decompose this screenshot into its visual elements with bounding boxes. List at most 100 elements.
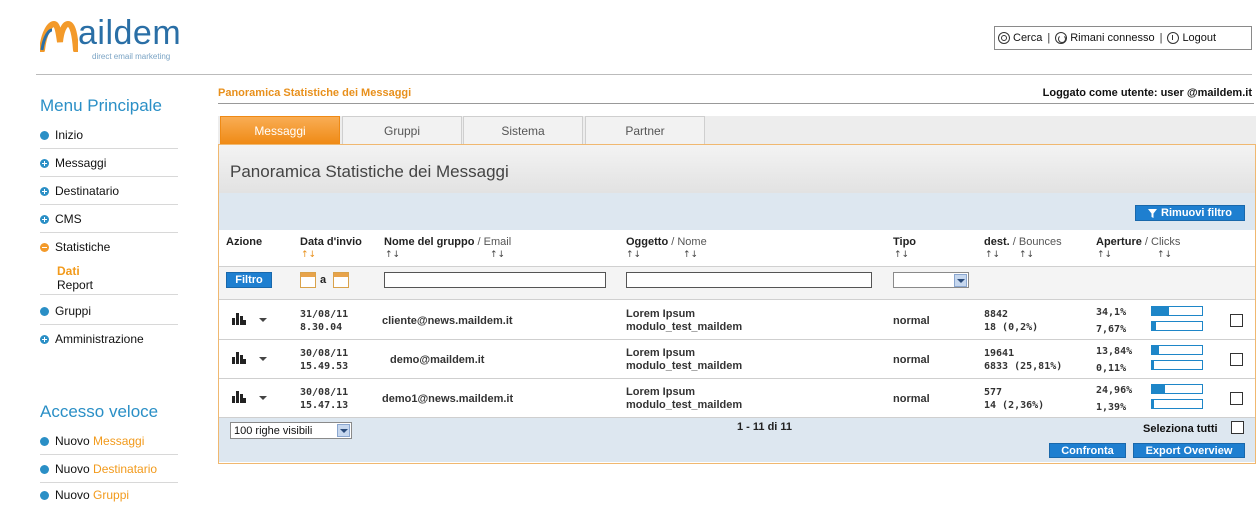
quick-new-messaggi[interactable]: Nuovo Messaggi <box>40 428 178 455</box>
sort-arrows-icon[interactable]: ↑↓ <box>301 250 316 260</box>
chevron-down-icon[interactable] <box>259 396 267 400</box>
sort-arrows-icon[interactable]: ↑↓ <box>683 250 698 260</box>
sidebar-item-cms[interactable]: CMS <box>40 206 178 233</box>
sidebar-sub-report[interactable]: Report <box>57 278 93 292</box>
breadcrumb[interactable]: Panoramica Statistiche dei Messaggi <box>218 87 411 99</box>
row-subject: Lorem Ipsum <box>626 386 696 398</box>
col-tipo[interactable]: Tipo <box>893 236 916 248</box>
sidebar-item-label: Messaggi <box>55 156 107 170</box>
clicks-progress-fill <box>1152 361 1154 369</box>
opens-progress-fill <box>1152 385 1165 393</box>
quick-prefix: Nuovo <box>55 488 90 502</box>
sort-arrows-icon[interactable]: ↑↓ <box>490 250 505 260</box>
row-name: modulo_test_maildem <box>626 360 743 372</box>
bar-chart-icon[interactable] <box>232 390 246 403</box>
logout-label: Logout <box>1182 32 1217 44</box>
quick-prefix: Nuovo <box>55 462 90 476</box>
row-date: 30/08/11 <box>300 387 349 398</box>
col-aperture[interactable]: Aperture / Clicks <box>1096 236 1180 248</box>
chevron-down-icon[interactable] <box>259 357 267 361</box>
plus-circle-icon <box>40 186 49 196</box>
col-nome-label: / Nome <box>671 236 707 248</box>
select-all-label: Seleziona tutti <box>1143 423 1218 435</box>
maildem-logo[interactable]: aildem direct email marketing <box>40 14 200 64</box>
chevron-down-icon[interactable] <box>259 318 267 322</box>
row-checkbox[interactable] <box>1230 392 1243 405</box>
logout-link[interactable]: Logout <box>1164 32 1219 44</box>
sidebar-item-label: Gruppi <box>55 304 92 318</box>
row-dest: 577 <box>984 387 1003 398</box>
tab-messaggi[interactable]: Messaggi <box>220 116 340 144</box>
row-type: normal <box>893 315 930 327</box>
row-checkbox[interactable] <box>1230 353 1243 366</box>
tab-sistema[interactable]: Sistema <box>463 116 583 144</box>
sort-arrows-icon[interactable]: ↑↓ <box>626 250 641 260</box>
sort-arrows-icon[interactable]: ↑↓ <box>894 250 909 260</box>
toolbar-separator: | <box>1047 32 1051 44</box>
col-oggetto[interactable]: Oggetto / Nome <box>626 236 707 248</box>
sort-arrows-icon[interactable]: ↑↓ <box>1157 250 1172 260</box>
subject-filter-input[interactable] <box>626 272 872 288</box>
plus-circle-icon <box>40 214 49 224</box>
sidebar-divider <box>40 294 178 295</box>
search-link[interactable]: Cerca <box>995 32 1045 44</box>
quick-new-destinatario[interactable]: Nuovo Destinatario <box>40 456 178 483</box>
sort-arrows-icon[interactable]: ↑↓ <box>385 250 400 260</box>
row-date: 30/08/11 <box>300 348 349 359</box>
filter-button[interactable]: Filtro <box>226 272 272 288</box>
row-email: demo1@news.maildem.it <box>382 393 514 405</box>
menu-title: Menu Principale <box>40 96 162 115</box>
sort-arrows-icon[interactable]: ↑↓ <box>1097 250 1112 260</box>
minus-circle-icon <box>40 242 49 252</box>
main-divider <box>218 103 1254 104</box>
col-gruppo[interactable]: Nome del gruppo / Email <box>384 236 511 248</box>
sidebar-item-amministrazione[interactable]: Amministrazione <box>40 326 178 352</box>
row-email: demo@maildem.it <box>390 354 485 366</box>
row-time: 15.47.13 <box>300 400 349 411</box>
col-bounces-label: / Bounces <box>1012 236 1062 248</box>
compare-button[interactable]: Confronta <box>1049 443 1126 458</box>
opens-progress-fill <box>1152 346 1159 354</box>
calendar-icon[interactable] <box>300 272 316 288</box>
select-all-checkbox[interactable] <box>1231 421 1244 434</box>
sidebar-sub-dati[interactable]: Dati <box>57 264 80 278</box>
bullet-icon <box>40 490 49 500</box>
email-filter-input[interactable] <box>384 272 606 288</box>
tab-gruppi[interactable]: Gruppi <box>342 116 462 144</box>
plus-circle-icon <box>40 334 49 344</box>
bullet-icon <box>40 306 49 316</box>
export-overview-button[interactable]: Export Overview <box>1133 443 1245 458</box>
sidebar-item-inizio[interactable]: Inizio <box>40 122 178 149</box>
col-data-label: Data d'invio <box>300 236 362 248</box>
bar-chart-icon[interactable] <box>232 351 246 364</box>
stay-connected-link[interactable]: Rimani connesso <box>1052 32 1157 44</box>
col-email-label: / Email <box>477 236 512 248</box>
sidebar-item-destinatario[interactable]: Destinatario <box>40 178 178 205</box>
quick-new-gruppi[interactable]: Nuovo Gruppi <box>40 484 178 506</box>
bar-chart-icon[interactable] <box>232 312 246 325</box>
col-data[interactable]: Data d'invio <box>300 236 362 248</box>
calendar-icon[interactable] <box>333 272 349 288</box>
tab-partner[interactable]: Partner <box>585 116 705 144</box>
col-clicks-label: / Clicks <box>1144 236 1181 248</box>
rows-per-page-value: 100 righe visibili <box>234 424 313 437</box>
sort-arrows-icon[interactable]: ↑↓ <box>1019 250 1034 260</box>
rows-per-page-select[interactable]: 100 righe visibili <box>230 422 352 439</box>
remove-filter-button[interactable]: Rimuovi filtro <box>1135 205 1245 221</box>
row-bounces: 14 (2,36%) <box>984 400 1045 411</box>
plus-circle-icon <box>40 158 49 168</box>
row-dest: 8842 <box>984 309 1009 320</box>
sort-arrows-icon[interactable]: ↑↓ <box>985 250 1000 260</box>
sidebar-item-statistiche[interactable]: Statistiche <box>40 234 178 260</box>
sidebar-item-messaggi[interactable]: Messaggi <box>40 150 178 177</box>
chevron-down-icon <box>337 424 350 437</box>
type-filter-select[interactable] <box>893 272 969 288</box>
col-dest[interactable]: dest. / Bounces <box>984 236 1062 248</box>
funnel-icon <box>1148 208 1158 218</box>
toolbar-separator: | <box>1159 32 1163 44</box>
quick-prefix: Nuovo <box>55 434 90 448</box>
row-checkbox[interactable] <box>1230 314 1243 327</box>
row-subject: Lorem Ipsum <box>626 308 696 320</box>
search-icon <box>998 32 1010 44</box>
sidebar-item-gruppi[interactable]: Gruppi <box>40 298 178 325</box>
